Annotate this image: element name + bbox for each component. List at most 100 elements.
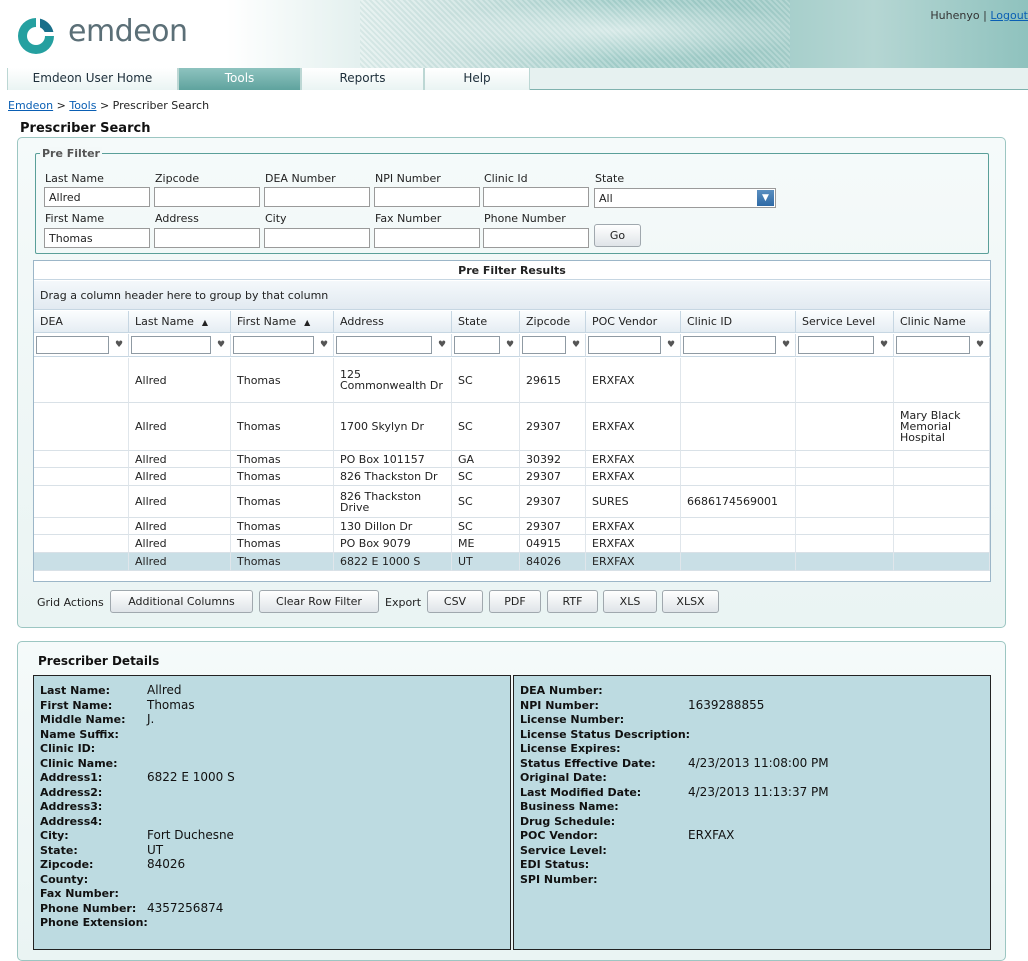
tab-tools[interactable]: Tools: [178, 68, 301, 90]
cell-clinic-name: [894, 518, 990, 535]
cell-last-name: Allred: [129, 403, 231, 451]
cell-zipcode: 29307: [520, 403, 586, 451]
col-header-label: State: [458, 315, 488, 328]
filter-cell-clinic-id: ♥: [681, 334, 796, 357]
sort-asc-icon: ▲: [304, 318, 311, 327]
npi-number-input[interactable]: [374, 187, 480, 207]
filter-input-zipcode[interactable]: [522, 336, 566, 354]
dea-number-input[interactable]: [264, 187, 370, 207]
filter-icon[interactable]: ♥: [780, 337, 792, 353]
address-input[interactable]: [154, 228, 260, 248]
first-name-label: First Name: [45, 212, 105, 225]
col-header-dea[interactable]: DEA: [34, 311, 129, 333]
col-header-last-name[interactable]: Last Name ▲: [129, 311, 231, 333]
fax-number-label: Fax Number: [375, 212, 442, 225]
cell-dea: [34, 553, 129, 571]
export-xlsx-button[interactable]: XLSX: [662, 590, 719, 613]
fax-number-input[interactable]: [374, 228, 480, 248]
filter-input-state[interactable]: [454, 336, 500, 354]
table-row[interactable]: Allred Thomas PO Box 9079 ME 04915 ERXFA…: [34, 535, 990, 553]
table-row[interactable]: Allred Thomas 125 Commonwealth Dr SC 296…: [34, 358, 990, 403]
filter-input-clinic-id[interactable]: [683, 336, 776, 354]
filter-icon[interactable]: ♥: [318, 337, 330, 353]
filter-icon[interactable]: ♥: [665, 337, 677, 353]
zipcode-input[interactable]: [154, 187, 260, 207]
cell-state: UT: [452, 553, 520, 571]
group-by-bar[interactable]: Drag a column header here to group by th…: [34, 281, 990, 310]
export-csv-button[interactable]: CSV: [427, 590, 483, 613]
chevron-down-icon: ▼: [757, 190, 774, 206]
sort-asc-icon: ▲: [201, 318, 209, 327]
tab-help[interactable]: Help: [424, 68, 530, 90]
breadcrumb: Emdeon > Tools > Prescriber Search: [8, 99, 209, 112]
details-right-box: DEA Number: NPI Number: 1639288855 License …: [513, 675, 991, 950]
clear-row-filter-button[interactable]: Clear Row Filter: [259, 590, 379, 613]
export-xls-button[interactable]: XLS: [603, 590, 657, 613]
cell-zipcode: 29307: [520, 518, 586, 535]
col-header-first-name[interactable]: First Name ▲: [231, 311, 334, 333]
first-name-input[interactable]: [44, 228, 150, 248]
cell-first-name: Thomas: [231, 518, 334, 535]
filter-icon[interactable]: ♥: [215, 337, 227, 353]
cell-clinic-id: [681, 518, 796, 535]
cell-address: 130 Dillon Dr: [334, 518, 452, 535]
breadcrumb-tools-link[interactable]: Tools: [69, 99, 96, 112]
col-header-clinic-id[interactable]: Clinic ID: [681, 311, 796, 333]
detail-label-address1: Address1:: [40, 771, 103, 784]
city-input[interactable]: [264, 228, 370, 248]
detail-label-license-status-description: License Status Description:: [520, 727, 691, 741]
table-row[interactable]: Allred Thomas 826 Thackston Dr SC 29307 …: [34, 468, 990, 486]
table-row[interactable]: Allred Thomas 826 Thackston Drive SC 293…: [34, 486, 990, 518]
filter-icon[interactable]: ♥: [878, 337, 890, 353]
breadcrumb-emdeon-link[interactable]: Emdeon: [8, 99, 53, 112]
cell-first-name: Thomas: [231, 358, 334, 403]
phone-number-input[interactable]: [483, 228, 589, 248]
filter-input-first-name[interactable]: [233, 336, 314, 354]
filter-input-dea[interactable]: [36, 336, 109, 354]
col-header-poc-vendor[interactable]: POC Vendor: [586, 311, 681, 333]
breadcrumb-separator: >: [56, 99, 66, 112]
cell-service-level: [796, 358, 894, 403]
filter-icon[interactable]: ♥: [974, 337, 986, 353]
tab-emdeon-user-home[interactable]: Emdeon User Home: [7, 68, 178, 90]
go-button[interactable]: Go: [594, 224, 641, 247]
cell-poc-vendor: ERXFAX: [586, 358, 681, 403]
export-rtf-button[interactable]: RTF: [547, 590, 598, 613]
filter-input-address[interactable]: [336, 336, 432, 354]
page-title: Prescriber Search: [20, 121, 151, 136]
filter-input-clinic-name[interactable]: [896, 336, 970, 354]
tab-reports[interactable]: Reports: [301, 68, 424, 90]
table-row[interactable]: Allred Thomas 1700 Skylyn Dr SC 29307 ER…: [34, 403, 990, 451]
table-row[interactable]: Allred Thomas 130 Dillon Dr SC 29307 ERX…: [34, 518, 990, 535]
filter-icon[interactable]: ♥: [570, 337, 582, 353]
filter-input-last-name[interactable]: [131, 336, 211, 354]
cell-first-name: Thomas: [231, 553, 334, 571]
cell-zipcode: 29615: [520, 358, 586, 403]
col-header-clinic-name[interactable]: Clinic Name: [894, 311, 990, 333]
detail-label-status-effective-date: Status Effective Date:: [520, 756, 656, 770]
col-header-zipcode[interactable]: Zipcode: [520, 311, 586, 333]
state-select[interactable]: All ▼: [594, 188, 776, 208]
col-header-address[interactable]: Address: [334, 311, 452, 333]
cell-poc-vendor: ERXFAX: [586, 553, 681, 571]
cell-address: 826 Thackston Dr: [334, 468, 452, 486]
cell-zipcode: 30392: [520, 451, 586, 468]
filter-icon[interactable]: ♥: [504, 337, 516, 353]
filter-cell-service-level: ♥: [796, 334, 894, 357]
filter-icon[interactable]: ♥: [436, 337, 448, 353]
filter-cell-zipcode: ♥: [520, 334, 586, 357]
table-row-selected[interactable]: Allred Thomas 6822 E 1000 S UT 84026 ERX…: [34, 553, 990, 571]
col-header-label: Clinic ID: [687, 315, 733, 328]
filter-icon[interactable]: ♥: [113, 337, 125, 353]
additional-columns-button[interactable]: Additional Columns: [110, 590, 253, 613]
filter-input-service-level[interactable]: [798, 336, 874, 354]
col-header-service-level[interactable]: Service Level: [796, 311, 894, 333]
clinic-id-input[interactable]: [483, 187, 589, 207]
last-name-input[interactable]: [44, 187, 150, 207]
col-header-state[interactable]: State: [452, 311, 520, 333]
logout-link[interactable]: Logout: [990, 9, 1028, 22]
table-row[interactable]: Allred Thomas PO Box 101157 GA 30392 ERX…: [34, 451, 990, 468]
filter-input-poc-vendor[interactable]: [588, 336, 661, 354]
export-pdf-button[interactable]: PDF: [489, 590, 541, 613]
detail-label-last-name: Last Name:: [40, 684, 111, 697]
